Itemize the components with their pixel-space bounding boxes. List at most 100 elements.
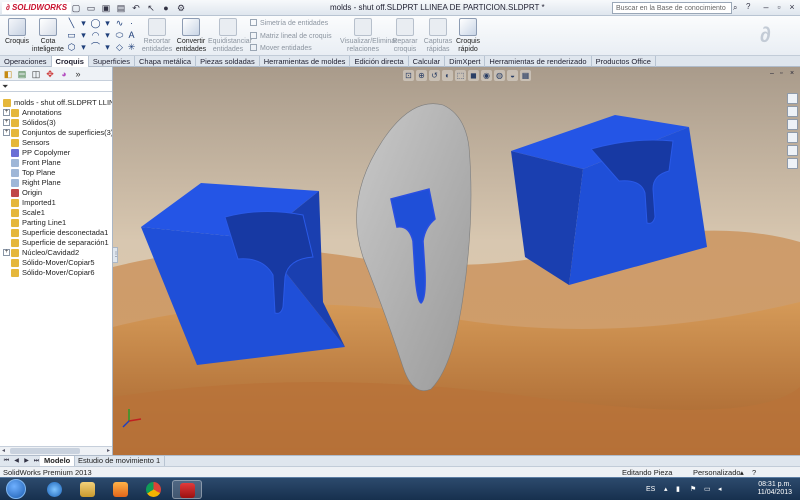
tab-piezas-soldadas[interactable]: Piezas soldadas [196,56,260,67]
tray-expand-icon[interactable]: ▴ [664,478,668,500]
prev-tab-icon[interactable]: ◀ [12,456,21,466]
first-tab-icon[interactable]: ⏮ [2,456,11,466]
scroll-thumb[interactable] [10,448,80,454]
file-explorer-tab-icon[interactable] [787,119,798,130]
tab-productos-office[interactable]: Productos Office [592,56,656,67]
tree-item[interactable]: Right Plane [0,178,112,188]
polygon-dropdown-icon[interactable]: ▾ [78,42,89,53]
panel-collapse-handle[interactable]: ⋮ [113,247,119,263]
network-icon[interactable]: ▮ [676,478,680,500]
taskbar-ie[interactable] [40,480,70,499]
feature-tree-filter[interactable]: ⏷ [0,81,112,92]
select-arrow-icon[interactable]: ↖ [145,2,157,14]
tab-dimxpert[interactable]: DimXpert [445,56,486,67]
expand-icon[interactable]: + [3,119,10,126]
zoom-to-fit-icon[interactable]: ⊡ [403,70,414,81]
taskbar-media-player[interactable] [106,480,136,499]
flag-icon[interactable]: ⚑ [690,478,696,500]
tab-herramientas-de-renderizado[interactable]: Herramientas de renderizado [485,56,592,67]
panel-more-icon[interactable]: » [72,68,84,80]
resources-tab-icon[interactable] [787,93,798,104]
maximize-icon[interactable]: ▫ [773,1,785,14]
save-icon[interactable]: ▣ [100,2,112,14]
plane-icon[interactable]: ◇ [114,42,125,53]
display-delete-relations-button[interactable]: Visualizar/Eliminar relaciones [340,18,397,54]
doc-restore-icon[interactable]: ▫ [780,70,788,78]
taskbar-explorer[interactable] [73,480,103,499]
apply-scene-icon[interactable]: ◒ [507,70,518,81]
mirror-entities-button[interactable]: Simetría de entidades [250,19,328,27]
doc-minimize-icon[interactable]: – [770,70,778,78]
display-manager-icon[interactable]: ◕ [58,68,70,80]
minimize-icon[interactable]: – [760,1,772,14]
tree-item[interactable]: Parting Line1 [0,218,112,228]
new-document-icon[interactable]: ▢ [70,2,82,14]
ellipse-icon[interactable]: ⬭ [114,30,125,41]
view-settings-icon[interactable]: ▦ [520,70,531,81]
tree-item[interactable]: + Conjuntos de superficies(3) [0,128,112,138]
tree-root-part[interactable]: molds - shut off.SLDPRT LLINEA D [0,98,112,108]
tab-model[interactable]: Modelo [40,456,76,466]
convert-entities-button[interactable]: Convertir entidades [174,18,208,54]
knowledge-base-search-input[interactable]: Buscar en la Base de conocimiento [612,2,732,14]
fillet-icon[interactable]: ⌒ [90,42,101,53]
tab-motion-study-1[interactable]: Estudio de movimiento 1 [74,456,166,466]
arc-icon[interactable]: ◠ [90,30,101,41]
repair-sketch-button[interactable]: Reparar croquis [388,18,422,54]
volume-icon[interactable]: ◂ [718,478,722,500]
edit-appearance-icon[interactable]: ◍ [494,70,505,81]
linear-pattern-button[interactable]: Matriz lineal de croquis [250,32,332,40]
point-icon[interactable]: · [126,18,137,29]
taskbar-solidworks[interactable] [172,480,202,499]
options-icon[interactable]: ⚙ [175,2,187,14]
close-icon[interactable]: × [786,1,798,14]
property-manager-icon[interactable]: ▤ [16,68,28,80]
tab-herramientas-de-moldes[interactable]: Herramientas de moldes [260,56,351,67]
trim-entities-button[interactable]: Recortar entidades [140,18,174,54]
tree-item[interactable]: + Annotations [0,108,112,118]
quick-snaps-button[interactable]: Capturas rápidas [422,18,454,54]
view-palette-tab-icon[interactable] [787,132,798,143]
search-icon[interactable]: ⌕ [733,2,743,14]
tree-item[interactable]: Superficie de separación1 [0,238,112,248]
tab-operaciones[interactable]: Operaciones [0,56,52,67]
fillet-dropdown-icon[interactable]: ▾ [102,42,113,53]
tree-item[interactable]: Superficie desconectada1 [0,228,112,238]
spline-icon[interactable]: ∿ [114,18,125,29]
expand-icon[interactable]: + [3,249,10,256]
tree-item[interactable]: Origin [0,188,112,198]
view-orientation-icon[interactable]: ⬚ [455,70,466,81]
rebuild-icon[interactable]: ● [160,2,172,14]
system-clock[interactable]: 08:31 p.m. 11/04/2013 [757,481,792,497]
design-library-tab-icon[interactable] [787,106,798,117]
print-icon[interactable]: ▤ [115,2,127,14]
text-icon[interactable]: A [126,30,137,41]
tab-chapa-met-lica[interactable]: Chapa metálica [135,56,197,67]
doc-close-icon[interactable]: × [790,70,798,78]
rectangle-dropdown-icon[interactable]: ▾ [78,30,89,41]
help-icon[interactable]: ? [746,2,756,14]
expand-icon[interactable]: + [3,109,10,116]
appearances-tab-icon[interactable] [787,145,798,156]
tree-item[interactable]: Sensors [0,138,112,148]
display-style-icon[interactable]: ◼ [468,70,479,81]
open-folder-icon[interactable]: ▭ [85,2,97,14]
configuration-manager-icon[interactable]: ◫ [30,68,42,80]
tree-item[interactable]: + Núcleo/Cavidad2 [0,248,112,258]
centerline-icon[interactable]: ✳ [126,42,137,53]
taskbar-chrome[interactable] [139,480,169,499]
rapid-sketch-button[interactable]: Croquis rápido [454,18,482,54]
tab-superficies[interactable]: Superficies [89,56,135,67]
previous-view-icon[interactable]: ↺ [429,70,440,81]
tree-item[interactable]: PP Copolymer [0,148,112,158]
tree-item[interactable]: Top Plane [0,168,112,178]
rectangle-icon[interactable]: ▭ [66,30,77,41]
language-indicator[interactable]: ES [646,478,655,500]
custom-properties-tab-icon[interactable] [787,158,798,169]
tree-item[interactable]: Front Plane [0,158,112,168]
circle-dropdown-icon[interactable]: ▾ [102,18,113,29]
offset-entities-button[interactable]: Equidistanciar entidades [208,18,252,54]
start-button-icon[interactable] [6,479,26,499]
undo-icon[interactable]: ↶ [130,2,142,14]
polygon-icon[interactable]: ⬡ [66,42,77,53]
